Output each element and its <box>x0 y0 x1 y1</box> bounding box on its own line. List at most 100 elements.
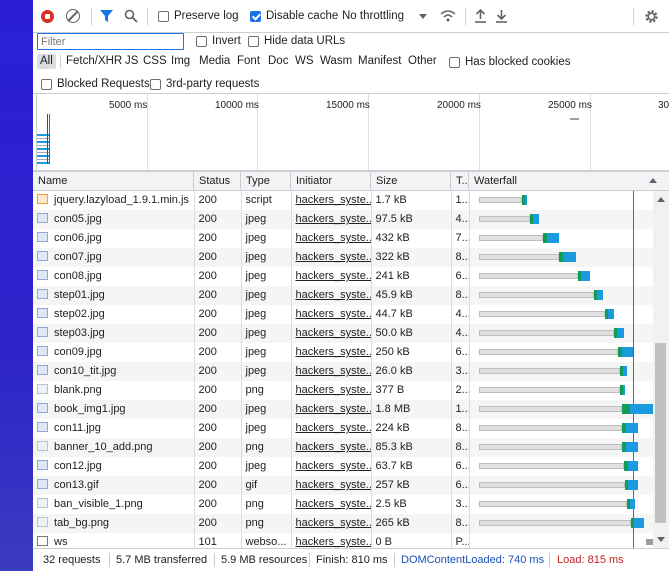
request-initiator[interactable]: hackers_syste... <box>296 403 371 415</box>
overview-timeline[interactable]: 5000 ms 10000 ms 15000 ms 20000 ms 25000… <box>33 94 669 171</box>
request-type: png <box>245 384 264 396</box>
request-initiator-cell[interactable]: hackers_syste... <box>291 248 372 267</box>
type-css[interactable]: CSS <box>143 55 167 67</box>
request-initiator[interactable]: hackers_syste... <box>296 213 371 225</box>
type-doc[interactable]: Doc <box>268 55 288 67</box>
request-name: banner_10_add.png <box>54 441 153 453</box>
image-file-icon <box>37 270 48 280</box>
preserve-log-checkbox[interactable] <box>158 11 169 22</box>
request-initiator-cell[interactable]: hackers_syste... <box>291 400 372 419</box>
request-initiator-cell[interactable]: hackers_syste... <box>291 457 372 476</box>
col-waterfall[interactable]: Waterfall <box>469 172 653 190</box>
blocked-requests-checkbox[interactable] <box>41 79 52 90</box>
request-initiator-cell[interactable]: hackers_syste... <box>291 267 372 286</box>
type-js[interactable]: JS <box>125 55 138 67</box>
scrollbar-thumb[interactable] <box>655 343 666 523</box>
settings-gear-icon[interactable] <box>644 9 659 24</box>
request-initiator-cell[interactable]: hackers_syste... <box>291 476 372 495</box>
col-name[interactable]: Name <box>33 172 194 190</box>
type-img[interactable]: Img <box>171 55 190 67</box>
search-icon[interactable] <box>124 9 138 23</box>
request-status: 200 <box>198 308 217 320</box>
overview-dom-line <box>47 114 48 164</box>
request-initiator[interactable]: hackers_syste... <box>296 346 371 358</box>
request-initiator-cell[interactable]: hackers_syste... <box>291 343 372 362</box>
type-manifest[interactable]: Manifest <box>358 55 401 67</box>
type-all[interactable]: All <box>37 54 56 69</box>
third-party-checkbox[interactable] <box>150 79 161 90</box>
request-size: 0 B <box>375 536 393 548</box>
scroll-up-icon[interactable] <box>657 197 665 202</box>
request-name-cell: con11.jpg <box>33 419 195 438</box>
col-type[interactable]: Type <box>241 172 291 190</box>
request-time-cell: 3... <box>451 362 470 381</box>
request-initiator-cell[interactable]: hackers_syste... <box>291 495 372 514</box>
waterfall-queue-bar <box>479 406 622 412</box>
request-initiator[interactable]: hackers_syste... <box>296 479 371 491</box>
throttling-select[interactable]: No throttling <box>342 10 404 22</box>
request-initiator[interactable]: hackers_syste... <box>296 232 371 244</box>
request-initiator-cell[interactable]: hackers_syste... <box>291 286 372 305</box>
col-status[interactable]: Status <box>194 172 241 190</box>
request-initiator[interactable]: hackers_syste... <box>296 289 371 301</box>
type-media[interactable]: Media <box>199 55 230 67</box>
request-initiator[interactable]: hackers_syste... <box>296 460 371 472</box>
request-type-cell: jpeg <box>241 248 292 267</box>
col-initiator[interactable]: Initiator <box>291 172 371 190</box>
request-initiator[interactable]: hackers_syste... <box>296 308 371 320</box>
invert-checkbox[interactable] <box>196 36 207 47</box>
request-initiator[interactable]: hackers_syste... <box>296 384 371 396</box>
image-file-icon <box>37 384 48 394</box>
request-name-cell: banner_10_add.png <box>33 438 195 457</box>
disable-cache-checkbox[interactable] <box>250 11 261 22</box>
type-fetch-xhr[interactable]: Fetch/XHR <box>66 55 122 67</box>
tick-20000: 20000 ms <box>437 100 481 111</box>
request-initiator[interactable]: hackers_syste... <box>296 365 371 377</box>
scrollbar-track[interactable] <box>653 191 669 548</box>
request-size: 257 kB <box>375 479 410 491</box>
request-initiator-cell[interactable]: hackers_syste... <box>291 191 372 210</box>
export-har-icon[interactable] <box>495 9 508 23</box>
request-time: 8... <box>455 441 469 453</box>
request-initiator-cell[interactable]: hackers_syste... <box>291 419 372 438</box>
col-size[interactable]: Size <box>371 172 451 190</box>
type-font[interactable]: Font <box>237 55 260 67</box>
import-har-icon[interactable] <box>474 9 487 23</box>
col-time[interactable]: T... <box>451 172 469 190</box>
dropdown-arrow-icon[interactable] <box>419 14 427 19</box>
request-initiator-cell[interactable]: hackers_syste... <box>291 362 372 381</box>
request-initiator[interactable]: hackers_syste... <box>296 498 371 510</box>
has-blocked-cookies-label: Has blocked cookies <box>465 56 571 68</box>
request-initiator[interactable]: hackers_syste... <box>296 327 371 339</box>
record-stop-icon[interactable] <box>41 10 54 23</box>
request-initiator[interactable]: hackers_syste... <box>296 194 371 206</box>
request-time-cell: 6... <box>451 267 470 286</box>
request-initiator-cell[interactable]: hackers_syste... <box>291 514 372 533</box>
request-initiator[interactable]: hackers_syste... <box>296 422 371 434</box>
clear-icon[interactable] <box>66 9 80 23</box>
request-initiator-cell[interactable]: hackers_syste... <box>291 229 372 248</box>
type-wasm[interactable]: Wasm <box>320 55 352 67</box>
type-ws[interactable]: WS <box>295 55 314 67</box>
filter-input[interactable] <box>37 33 184 50</box>
request-name: ws <box>54 536 68 548</box>
scroll-down-icon[interactable] <box>657 537 665 542</box>
request-initiator-cell[interactable]: hackers_syste... <box>291 381 372 400</box>
request-initiator-cell[interactable]: hackers_syste... <box>291 210 372 229</box>
filter-icon[interactable] <box>100 10 113 23</box>
request-initiator-cell[interactable]: hackers_syste... <box>291 324 372 343</box>
request-status: 200 <box>198 422 217 434</box>
type-other[interactable]: Other <box>408 55 437 67</box>
request-initiator[interactable]: hackers_syste... <box>296 517 371 529</box>
request-type: jpeg <box>245 346 267 358</box>
request-status-cell: 200 <box>194 305 242 324</box>
request-initiator[interactable]: hackers_syste... <box>296 251 371 263</box>
has-blocked-cookies-checkbox[interactable] <box>449 57 460 68</box>
request-initiator-cell[interactable]: hackers_syste... <box>291 438 372 457</box>
network-conditions-icon[interactable] <box>440 9 456 23</box>
request-initiator[interactable]: hackers_syste... <box>296 441 371 453</box>
request-initiator[interactable]: hackers_syste... <box>296 270 371 282</box>
hide-data-urls-checkbox[interactable] <box>248 36 259 47</box>
request-initiator-cell[interactable]: hackers_syste... <box>291 305 372 324</box>
request-initiator[interactable]: hackers_syste... <box>296 536 371 548</box>
